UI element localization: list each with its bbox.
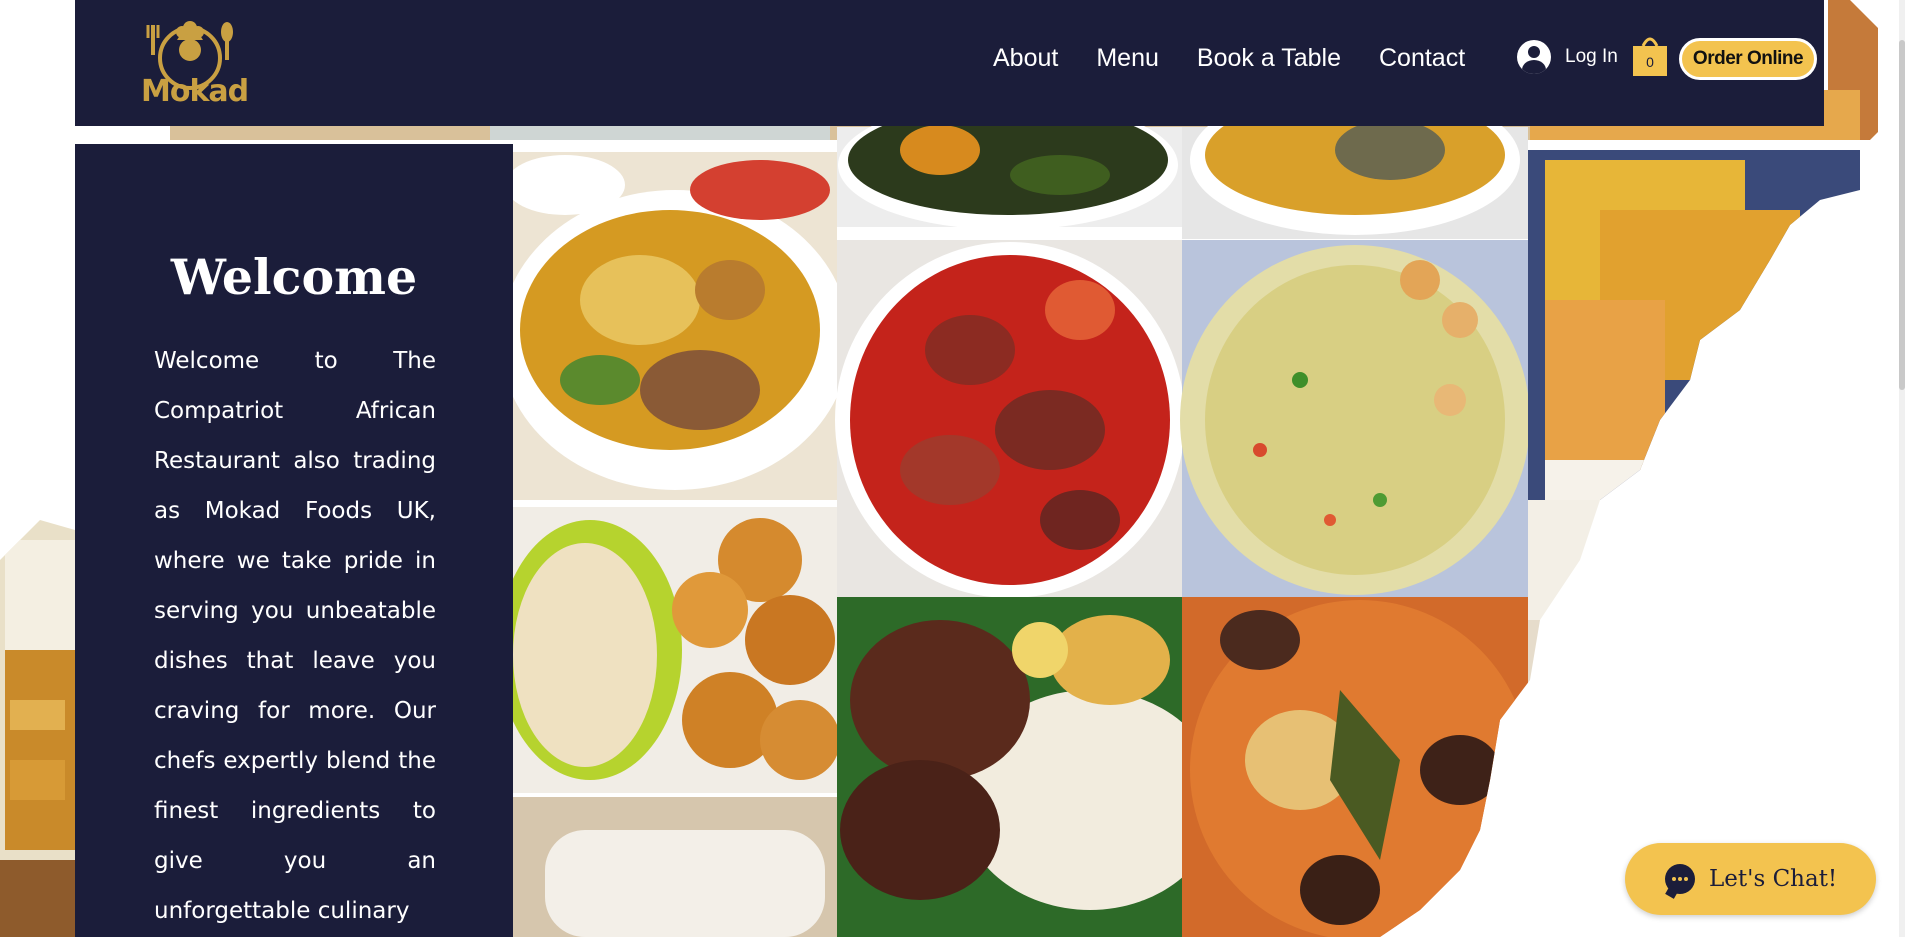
nav-contact[interactable]: Contact <box>1379 40 1465 76</box>
nav-book-a-table[interactable]: Book a Table <box>1197 40 1341 76</box>
site-header: Mokad About Menu Book a Table Contact Lo… <box>75 0 1824 126</box>
cart-button[interactable]: 0 <box>1631 34 1669 78</box>
scrollbar-thumb[interactable] <box>1899 40 1905 390</box>
cart-count: 0 <box>1646 54 1654 70</box>
welcome-body: Welcome to The Compatriot African Restau… <box>154 348 436 924</box>
welcome-panel: Welcome Welcome to The Compatriot Africa… <box>75 144 513 937</box>
chat-label: Let's Chat! <box>1709 866 1838 892</box>
shopping-bag-icon: 0 <box>1633 37 1667 76</box>
nav-menu[interactable]: Menu <box>1096 40 1159 76</box>
user-avatar-icon <box>1517 40 1551 74</box>
lets-chat-button[interactable]: Let's Chat! <box>1625 843 1876 915</box>
welcome-title: Welcome <box>170 248 418 306</box>
login-label: Log In <box>1565 46 1618 67</box>
nav-about[interactable]: About <box>993 40 1058 76</box>
logo-text: Mokad <box>141 74 249 109</box>
chat-bubble-icon <box>1665 864 1695 894</box>
page: Mokad About Menu Book a Table Contact Lo… <box>0 0 1905 937</box>
login-button[interactable]: Log In <box>1517 40 1618 74</box>
main-nav: About Menu Book a Table Contact <box>993 40 1503 76</box>
order-online-button[interactable]: Order Online <box>1679 38 1817 80</box>
